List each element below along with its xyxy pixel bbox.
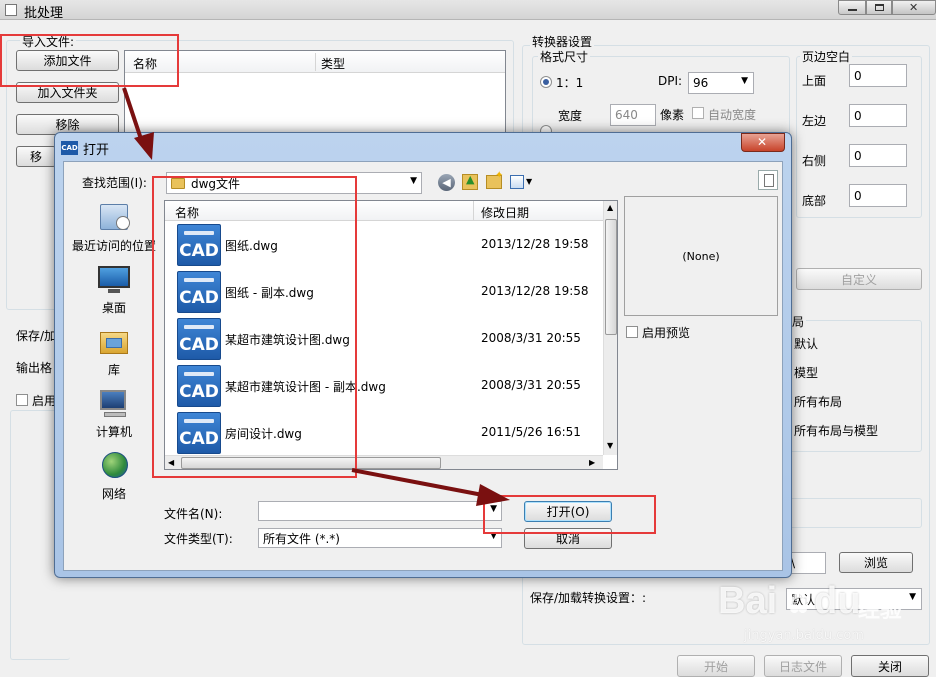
watermark-cn: 经验 [858,598,903,623]
baidu-watermark: Bai ✿ du 经验 jingyan.baidu.com [718,580,918,650]
watermark-brand2: du [814,580,861,622]
watermark-paw-icon: ✿ [786,586,812,621]
arrow-line-2 [351,468,489,498]
watermark-url: jingyan.baidu.com [744,628,864,643]
annotation-arrows [122,87,510,506]
arrow-head-2 [476,484,510,506]
arrow-head-1 [134,132,154,160]
watermark-brand: Bai [718,580,778,622]
arrow-line-1 [122,87,144,143]
